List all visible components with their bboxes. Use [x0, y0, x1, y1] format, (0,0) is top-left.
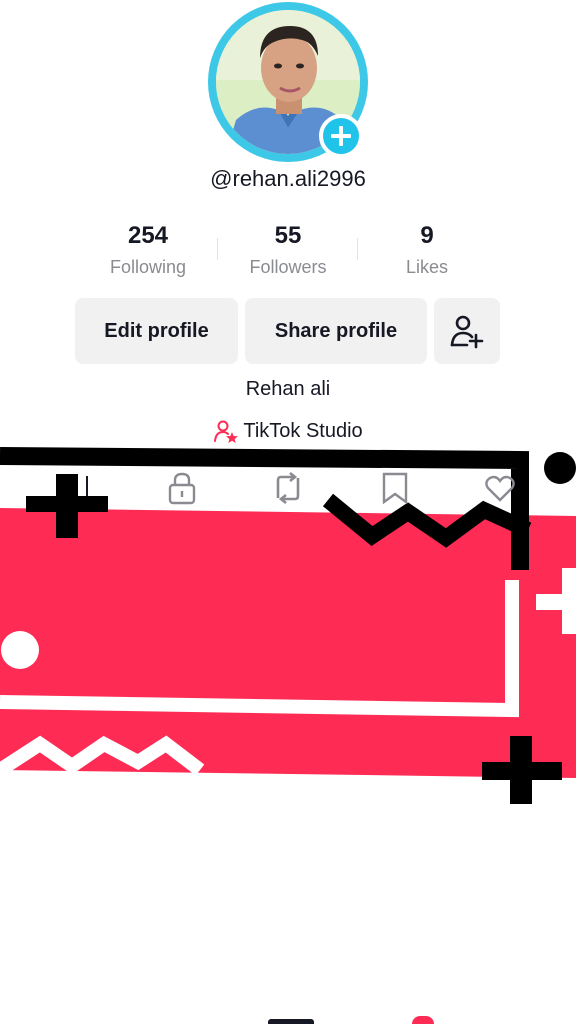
- following-count: 254: [127, 222, 169, 249]
- stat-likes[interactable]: 9 Likes: [357, 222, 497, 278]
- stat-followers[interactable]: 55 Followers: [218, 222, 358, 278]
- followers-label: Followers: [249, 257, 327, 277]
- following-label: Following: [109, 257, 187, 277]
- stat-following[interactable]: 254 Following: [78, 222, 218, 278]
- notification-dot: [412, 1016, 434, 1024]
- username: @rehan.ali2996: [210, 166, 366, 191]
- lock-icon[interactable]: [164, 470, 200, 506]
- heart-icon[interactable]: [482, 470, 518, 506]
- bottom-nav-fragment: [268, 1019, 314, 1024]
- add-user-icon: [450, 315, 484, 349]
- add-photo-button[interactable]: [319, 114, 363, 158]
- likes-label: Likes: [405, 257, 449, 277]
- videos-icon[interactable]: [70, 470, 106, 506]
- repost-icon[interactable]: [270, 470, 306, 506]
- display-name: Rehan ali: [245, 378, 331, 400]
- add-friend-button[interactable]: [434, 298, 500, 364]
- followers-count: 55: [274, 222, 302, 249]
- profile-avatar[interactable]: [208, 2, 368, 162]
- likes-count: 9: [420, 222, 434, 249]
- plus-icon: [331, 126, 351, 146]
- bookmark-icon[interactable]: [378, 470, 414, 506]
- share-profile-button[interactable]: Share profile: [245, 298, 427, 364]
- edit-profile-button[interactable]: Edit profile: [75, 298, 238, 364]
